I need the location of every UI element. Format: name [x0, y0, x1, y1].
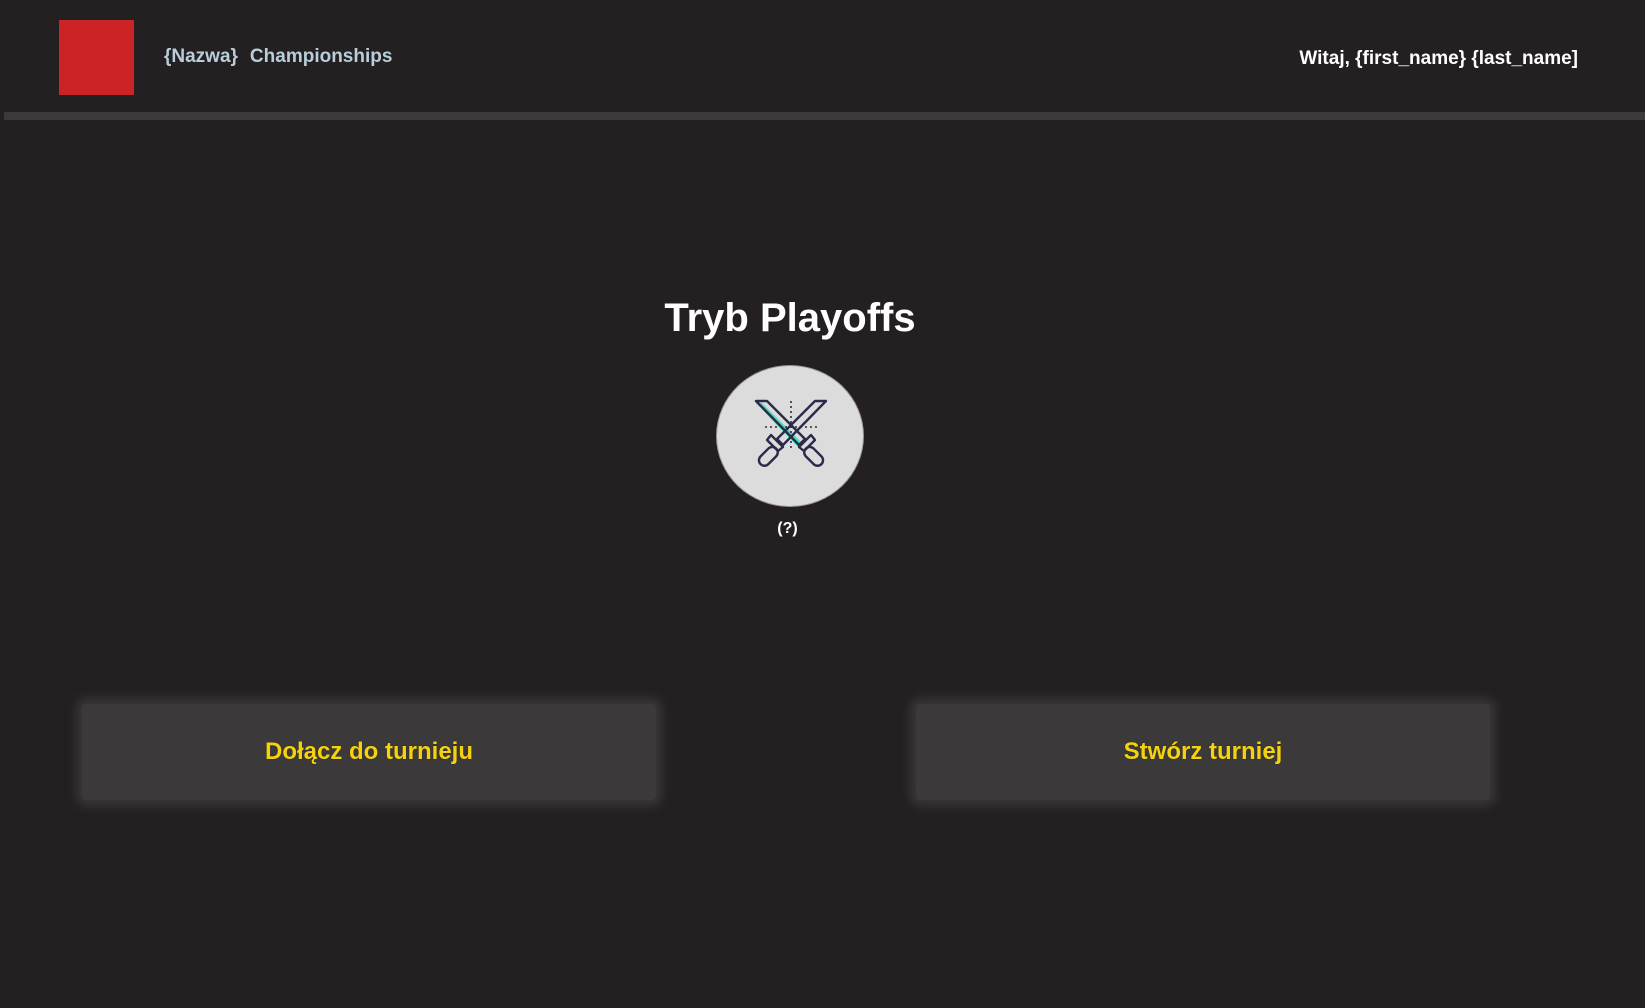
- help-link[interactable]: (?): [0, 520, 1575, 538]
- create-tournament-button[interactable]: Stwórz turniej: [916, 704, 1490, 800]
- user-greeting[interactable]: Witaj, {first_name} {last_name]: [1299, 48, 1578, 70]
- page: {Nazwa} Championships Witaj, {first_name}…: [0, 0, 1645, 1008]
- playoffs-mode-button[interactable]: [716, 365, 864, 507]
- page-title: Tryb Playoffs: [664, 296, 916, 340]
- join-tournament-button[interactable]: Dołącz do turnieju: [82, 704, 656, 800]
- header: {Nazwa} Championships Witaj, {first_name}…: [0, 0, 1645, 114]
- brand-name: {Nazwa}: [164, 46, 238, 67]
- header-divider: [4, 112, 1645, 120]
- brand[interactable]: {Nazwa} Championships: [164, 46, 392, 68]
- crossed-swords-icon: [754, 399, 828, 467]
- logo[interactable]: [59, 20, 134, 95]
- brand-suffix: Championships: [249, 46, 393, 67]
